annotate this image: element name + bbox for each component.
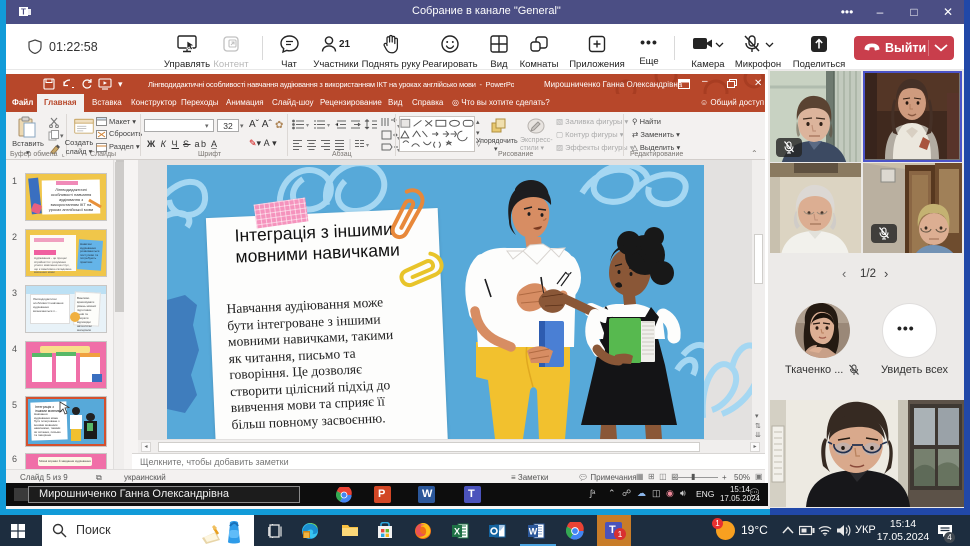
svg-text:T: T bbox=[21, 8, 26, 17]
svg-text:21: 21 bbox=[339, 39, 351, 50]
svg-text:X: X bbox=[454, 527, 460, 537]
svg-text:▾: ▾ bbox=[306, 123, 309, 129]
svg-text:▾: ▾ bbox=[327, 123, 330, 129]
svg-text:▾: ▾ bbox=[366, 143, 369, 149]
svg-text:W: W bbox=[529, 527, 538, 537]
